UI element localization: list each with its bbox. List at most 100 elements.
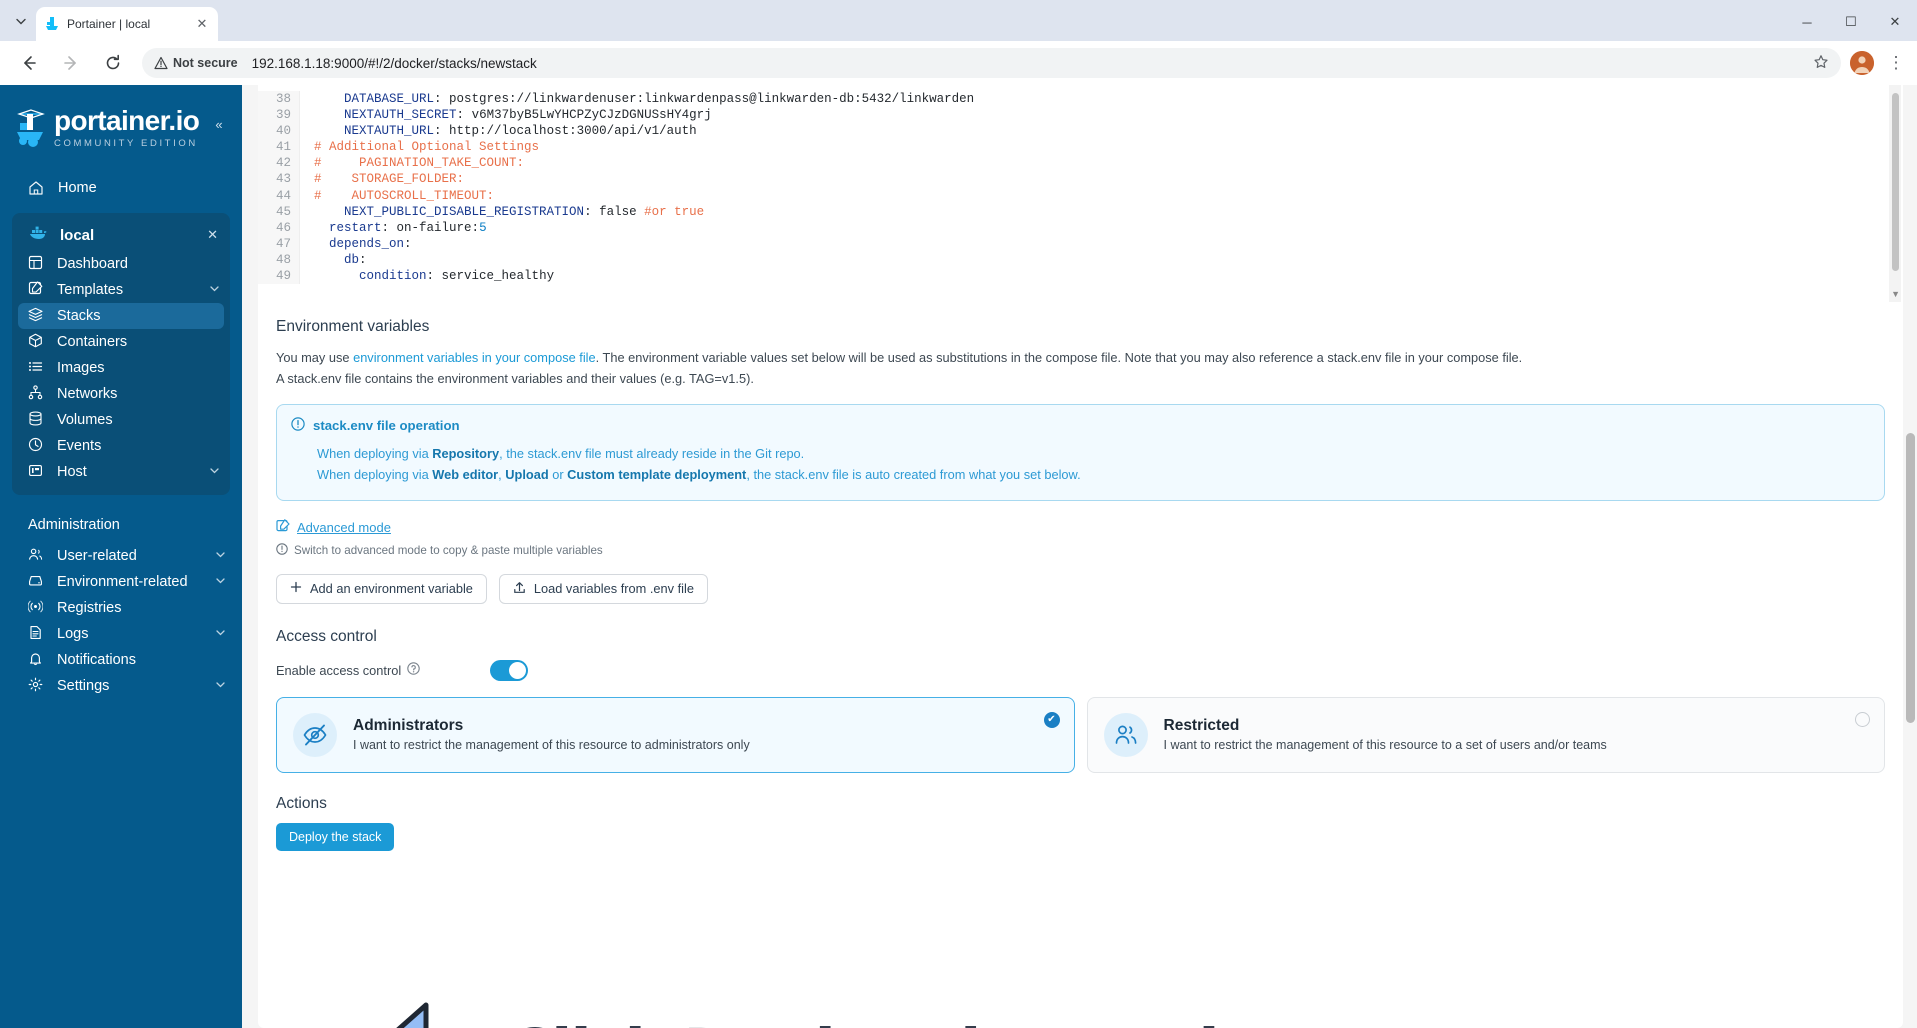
portainer-logo[interactable]: portainer.io COMMUNITY EDITION « — [0, 103, 242, 149]
editor-line-number: 47 — [275, 236, 291, 251]
editor-token: on-failure: — [396, 220, 480, 235]
tab-title: Portainer | local — [67, 17, 151, 31]
info-line2-webeditor: Web editor — [432, 467, 499, 483]
editor-line: condition: service_healthy — [314, 268, 1903, 284]
sidebar-item-user-related[interactable]: User-related — [0, 543, 242, 569]
access-control-title: Access control — [276, 627, 377, 645]
sidebar-item-registries[interactable]: Registries — [0, 595, 242, 621]
chevron-down-icon[interactable] — [215, 548, 226, 564]
chevron-down-icon[interactable] — [209, 282, 220, 298]
window-close-button[interactable]: ✕ — [1873, 7, 1917, 37]
bookmark-star-icon[interactable] — [1813, 54, 1829, 73]
tab-close-button[interactable]: ✕ — [194, 16, 210, 32]
portainer-favicon-icon — [46, 17, 58, 30]
advanced-mode-link[interactable]: Advanced mode — [276, 518, 391, 536]
info-circle-icon — [291, 416, 305, 434]
sidebar-item-dashboard[interactable]: Dashboard — [12, 251, 230, 277]
forward-button[interactable] — [56, 48, 86, 78]
sidebar-item-settings[interactable]: Settings — [0, 673, 242, 699]
profile-button[interactable] — [1847, 48, 1877, 78]
window-minimize-button[interactable]: ─ — [1785, 7, 1829, 37]
info-line1-a: When deploying via — [317, 445, 433, 461]
env-vars-doc-link[interactable]: environment variables in your compose fi… — [353, 350, 596, 365]
avatar — [1850, 51, 1874, 75]
sidebar-environment-close-button[interactable]: ✕ — [207, 227, 218, 243]
sidebar-item-label: Settings — [57, 678, 110, 694]
actions-title: Actions — [276, 794, 327, 812]
editor-code[interactable]: DATABASE_URL: postgres://linkwardenuser:… — [300, 91, 1903, 284]
info-line2-a: When deploying via — [317, 467, 433, 483]
editor-line-number: 42 — [275, 156, 291, 171]
sidebar-item-containers[interactable]: Containers — [12, 329, 230, 355]
security-indicator[interactable]: Not secure — [154, 56, 246, 70]
sidebar-item-events[interactable]: Events — [12, 433, 230, 459]
tab-strip: Portainer | local ✕ ─ ☐ ✕ — [0, 0, 1917, 41]
reload-button[interactable] — [98, 48, 128, 78]
access-option-restricted[interactable]: Restricted I want to restrict the manage… — [1086, 696, 1885, 773]
editor-line-number: 49 — [275, 269, 291, 284]
sidebar-item-environment-related[interactable]: Environment-related — [0, 569, 242, 595]
sidebar-item-volumes[interactable]: Volumes — [12, 407, 230, 433]
back-button[interactable] — [14, 48, 44, 78]
chevron-down-icon[interactable] — [209, 464, 220, 480]
chevron-down-icon[interactable] — [215, 574, 226, 590]
load-variables-button[interactable]: Load variables from .env file — [498, 573, 708, 604]
window-maximize-button[interactable]: ☐ — [1829, 7, 1873, 37]
access-option-desc: I want to restrict the management of thi… — [1163, 738, 1607, 753]
sidebar-item-logs[interactable]: Logs — [0, 621, 242, 647]
editor-scrollbar-thumb[interactable] — [1892, 93, 1899, 271]
sidebar-item-stacks[interactable]: Stacks — [18, 303, 224, 329]
page-scrollbar-thumb[interactable] — [1906, 433, 1915, 723]
question-circle-icon[interactable] — [407, 662, 420, 678]
sidebar-collapse-button[interactable]: « — [210, 115, 228, 133]
access-option-desc: I want to restrict the management of thi… — [353, 738, 750, 753]
deploy-the-stack-button[interactable]: Deploy the stack — [276, 822, 395, 851]
sidebar-item-networks[interactable]: Networks — [12, 381, 230, 407]
address-bar[interactable]: Not secure 192.168.1.18:9000/#!/2/docker… — [142, 48, 1841, 78]
sidebar-item-label: Networks — [57, 386, 118, 402]
browser-menu-button[interactable]: ⋮ — [1883, 50, 1909, 76]
compose-editor[interactable]: 38 39 40 41 42 43 44 45 46 47 48 49 DATABASE_URL: p… — [258, 85, 1903, 303]
editor-token: v6M37byB5LwYHCPZyCJzDGNUSsHY4grj — [471, 108, 712, 123]
sidebar-item-templates[interactable]: Templates — [12, 277, 230, 303]
editor-line: NEXTAUTH_URL: http://localhost:3000/api/… — [314, 123, 1903, 139]
editor-token: : — [359, 252, 367, 267]
editor-token: false — [599, 204, 645, 219]
editor-line: NEXT_PUBLIC_DISABLE_REGISTRATION: false … — [314, 204, 1903, 220]
editor-token: : — [381, 220, 397, 235]
browser-tab[interactable]: Portainer | local ✕ — [36, 7, 218, 41]
sidebar-environment-header[interactable]: local ✕ — [12, 219, 230, 251]
access-option-administrators[interactable]: Administrators I want to restrict the ma… — [276, 696, 1075, 773]
unselected-radio[interactable] — [1855, 711, 1870, 727]
info-box-line-1: When deploying via Repository, the stack… — [291, 443, 1870, 464]
access-option-name: Restricted — [1163, 717, 1240, 735]
tab-search-button[interactable] — [6, 6, 36, 36]
sidebar-item-label-home: Home — [58, 180, 97, 196]
registries-icon — [27, 599, 44, 618]
sidebar-item-label: User-related — [57, 548, 137, 564]
enable-access-control-toggle[interactable] — [490, 659, 528, 681]
environment-variables-description: You may use environment variables in you… — [276, 348, 1528, 389]
env-desc-part1: You may use — [276, 350, 354, 366]
events-icon — [28, 437, 43, 456]
home-icon — [28, 180, 44, 196]
add-environment-variable-button[interactable]: Add an environment variable — [276, 573, 487, 604]
templates-icon — [28, 280, 43, 300]
chevron-down-icon[interactable] — [215, 678, 226, 694]
sidebar-item-images[interactable]: Images — [12, 355, 230, 381]
gear-icon — [28, 677, 43, 696]
editor-token: 5 — [479, 220, 487, 235]
editor-scroll-down-icon[interactable]: ▼ — [1891, 289, 1900, 299]
editor-line-number: 46 — [275, 220, 291, 235]
advanced-mode-hint-label: Switch to advanced mode to copy & paste … — [294, 543, 603, 557]
sidebar-item-host[interactable]: Host — [12, 459, 230, 485]
editor-token: # AUTOSCROLL_TIMEOUT: — [314, 188, 495, 203]
editor-token: : — [426, 269, 442, 284]
info-line2-upload: Upload — [505, 467, 549, 483]
sidebar-item-home[interactable]: Home — [0, 173, 242, 203]
chevron-down-icon[interactable] — [215, 626, 226, 642]
sidebar-administration-label: Administration — [28, 517, 120, 533]
sidebar-item-notifications[interactable]: Notifications — [0, 647, 242, 673]
editor-token: : — [434, 92, 450, 106]
editor-token: # STORAGE_FOLDER: — [314, 172, 465, 187]
